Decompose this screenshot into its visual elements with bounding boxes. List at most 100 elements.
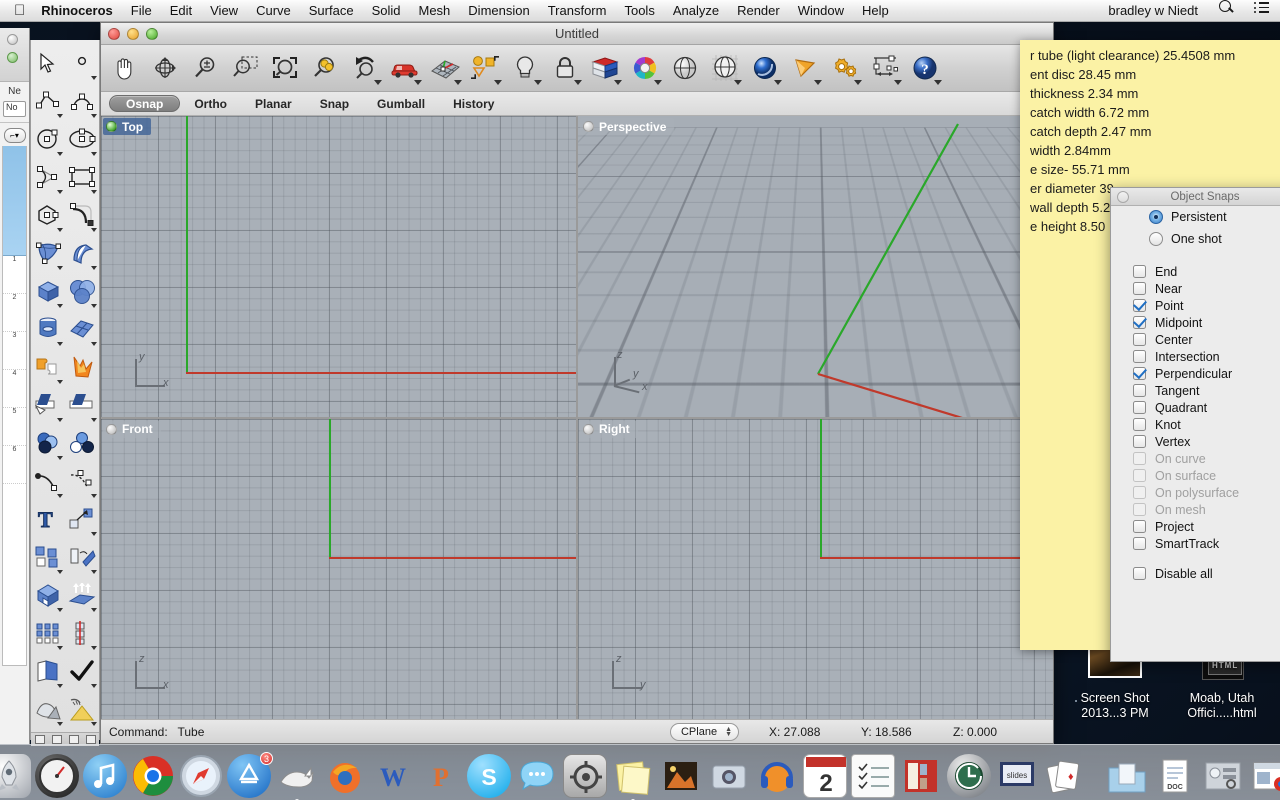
dock-item-dashbo ard[interactable]	[35, 754, 79, 798]
dock-item-launchpad[interactable]	[0, 754, 31, 798]
zoom-window-tool-button[interactable]	[225, 47, 265, 89]
snap-vertex[interactable]: Vertex	[1111, 433, 1280, 450]
dock-item-google-chrome[interactable]	[131, 754, 175, 798]
dimension-tool-button[interactable]	[865, 47, 905, 89]
snap-near[interactable]: Near	[1111, 280, 1280, 297]
snap-smarttrack[interactable]: SmartTrack	[1111, 535, 1280, 552]
arc-tool-button[interactable]	[65, 82, 99, 120]
snap-perpendicular[interactable]: Perpendicular	[1111, 365, 1280, 382]
rendered-viewport-tool-button[interactable]	[745, 47, 785, 89]
radio-icon[interactable]	[1149, 210, 1163, 224]
menu-help[interactable]: Help	[853, 0, 898, 22]
bgwin-ruler[interactable]: 1 2 3 4 5 6	[2, 146, 27, 666]
menu-window[interactable]: Window	[789, 0, 853, 22]
text-tool-button[interactable]: T	[31, 500, 65, 538]
menu-surface[interactable]: Surface	[300, 0, 363, 22]
checkbox-icon[interactable]	[1133, 537, 1146, 550]
select-tool-button[interactable]	[31, 44, 65, 82]
dock-item-microsoft-powerpoint[interactable]: P	[419, 754, 463, 798]
menu-render[interactable]: Render	[728, 0, 789, 22]
dock-item-photo-booth[interactable]	[707, 754, 751, 798]
dock-item-utilities-stack[interactable]	[1201, 754, 1245, 798]
help-tool-button[interactable]: ?	[905, 47, 945, 89]
snap-midpoint[interactable]: Midpoint	[1111, 314, 1280, 331]
dock-item-time-machine[interactable]	[947, 754, 991, 798]
menu-view[interactable]: View	[201, 0, 247, 22]
rebuild-curve-tool-button[interactable]	[65, 462, 99, 500]
array-along-curve-tool-button[interactable]	[65, 614, 99, 652]
macos-dock[interactable]: 3 W P S 2 slides ♦ DOC	[0, 744, 1280, 800]
zoom-extents-tool-button[interactable]	[265, 47, 305, 89]
radio-one-shot[interactable]: One shot	[1111, 228, 1280, 250]
panel-close-button[interactable]	[1117, 191, 1129, 203]
cplane-dropdown[interactable]: CPlane ▲ ▼	[669, 722, 739, 741]
viewport-label-perspective[interactable]: Perspective	[580, 118, 675, 135]
box-tool-button[interactable]	[31, 272, 65, 310]
checkbox-icon[interactable]	[1133, 520, 1146, 533]
extrude-surface-tool-button[interactable]	[65, 234, 99, 272]
lights-tool-button[interactable]	[505, 47, 545, 89]
menu-dimension[interactable]: Dimension	[459, 0, 538, 22]
ghosted-viewport-tool-button[interactable]	[705, 47, 745, 89]
snap-knot[interactable]: Knot	[1111, 416, 1280, 433]
mesh-tool-button[interactable]	[65, 310, 99, 348]
dock-item-rhinoceros[interactable]	[275, 754, 319, 800]
solid-edit-tool-button[interactable]	[31, 576, 65, 614]
shaded-viewport-tool-button[interactable]	[665, 47, 705, 89]
menubar-user-name[interactable]: bradley w Niedt	[1098, 0, 1208, 22]
checkbox-icon[interactable]	[1133, 401, 1146, 414]
rhinoceros-window[interactable]: Untitled ? Osnap Ortho Planar Snap Gumba…	[100, 22, 1054, 744]
background-window-sliver[interactable]: Ne No ⌐▾ 1 2 3 4 5 6	[0, 28, 30, 744]
bgwin-close-button[interactable]	[7, 34, 18, 45]
bgwin-add-button[interactable]	[7, 52, 18, 63]
checkbox-icon[interactable]	[1133, 333, 1146, 346]
tab-ortho[interactable]: Ortho	[180, 92, 241, 116]
render-mesh-tool-button[interactable]	[31, 690, 65, 728]
viewport-label-front[interactable]: Front	[103, 420, 161, 438]
dock-item-documents-folder-stack[interactable]	[1105, 754, 1149, 798]
snap-center[interactable]: Center	[1111, 331, 1280, 348]
checkbox-icon[interactable]	[1133, 265, 1146, 278]
mirror-tool-button[interactable]	[65, 538, 99, 576]
bgwin-field[interactable]: No	[3, 101, 26, 117]
viewport-label-top[interactable]: Top	[103, 118, 152, 135]
snap-quadrant[interactable]: Quadrant	[1111, 399, 1280, 416]
checkbox-icon[interactable]	[1133, 418, 1146, 431]
bgwin-tag-button[interactable]: ⌐▾	[3, 128, 26, 143]
menu-mesh[interactable]: Mesh	[410, 0, 460, 22]
dock-item-safari[interactable]	[179, 754, 223, 798]
menu-analyze[interactable]: Analyze	[664, 0, 728, 22]
render-tool-button[interactable]	[785, 47, 825, 89]
snap-point[interactable]: Point	[1111, 297, 1280, 314]
rotate-view-tool-button[interactable]	[145, 47, 185, 89]
checkbox-icon[interactable]	[1133, 350, 1146, 363]
dock-item-messages[interactable]	[515, 754, 559, 798]
tab-osnap[interactable]: Osnap	[109, 95, 181, 112]
menu-transform[interactable]: Transform	[539, 0, 616, 22]
rhino-titlebar[interactable]: Untitled	[101, 23, 1053, 45]
curve-edit-tool-button[interactable]	[31, 462, 65, 500]
object-intersection-tool-button[interactable]	[31, 424, 65, 462]
dock-item-solitaire[interactable]: ♦	[1043, 754, 1087, 798]
zoom-selected-tool-button[interactable]	[305, 47, 345, 89]
check-object-tool-button[interactable]	[65, 652, 99, 690]
checkbox-icon[interactable]	[1133, 299, 1146, 312]
split-tool-button[interactable]	[65, 386, 99, 424]
object-snaps-titlebar[interactable]: Object Snaps	[1111, 188, 1280, 206]
options-tool-button[interactable]	[825, 47, 865, 89]
menu-curve[interactable]: Curve	[247, 0, 300, 22]
bgwin-titlebar[interactable]	[0, 28, 29, 82]
dock-item-itunes[interactable]	[83, 754, 127, 798]
menu-solid[interactable]: Solid	[363, 0, 410, 22]
explode-tool-button[interactable]	[65, 348, 99, 386]
checkbox-icon[interactable]	[1133, 567, 1146, 580]
viewport-perspective[interactable]: z y x Perspective	[578, 116, 1053, 417]
snap-tangent[interactable]: Tangent	[1111, 382, 1280, 399]
macos-menu-bar[interactable]:  Rhinoceros File Edit View Curve Surfac…	[0, 0, 1280, 22]
checkbox-icon[interactable]	[1133, 316, 1146, 329]
tab-history[interactable]: History	[439, 92, 508, 116]
menu-tools[interactable]: Tools	[615, 0, 663, 22]
checkbox-icon[interactable]	[1133, 367, 1146, 380]
dock-item-preview[interactable]	[659, 754, 703, 798]
dock-item-system-preferences[interactable]	[563, 754, 607, 798]
